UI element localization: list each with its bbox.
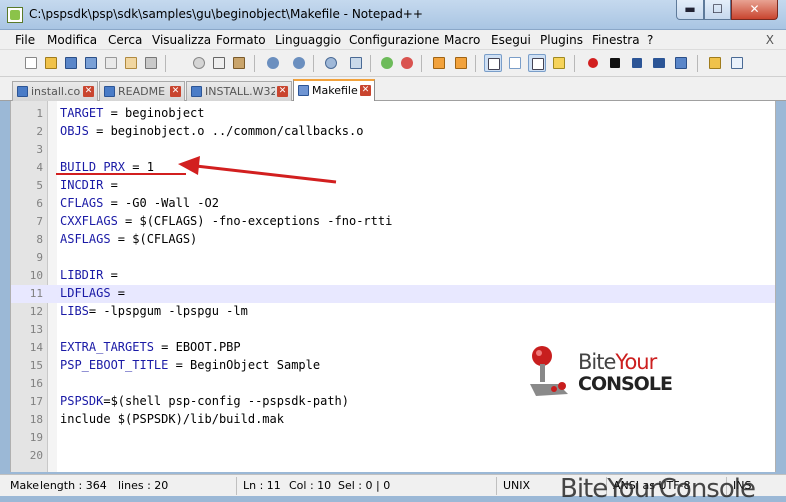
status-length: length : 364 [40,479,107,492]
annotation-arrow [178,156,337,184]
status-selection: Sel : 0 | 0 [338,479,391,492]
logo-text-top: BiteYour [578,350,657,374]
status-column: Col : 10 [289,479,332,492]
status-lines: lines : 20 [118,479,169,492]
logo-text-bottom: CONSOLE [578,373,673,395]
watermark-text: BiteYourConsole [560,474,756,502]
status-file-type: Make [10,479,39,492]
status-line: Ln : 11 [243,479,281,492]
joystick-icon [530,346,568,396]
status-eol: UNIX [503,479,531,492]
biteyourconsole-logo: BiteYour CONSOLE [524,342,684,402]
